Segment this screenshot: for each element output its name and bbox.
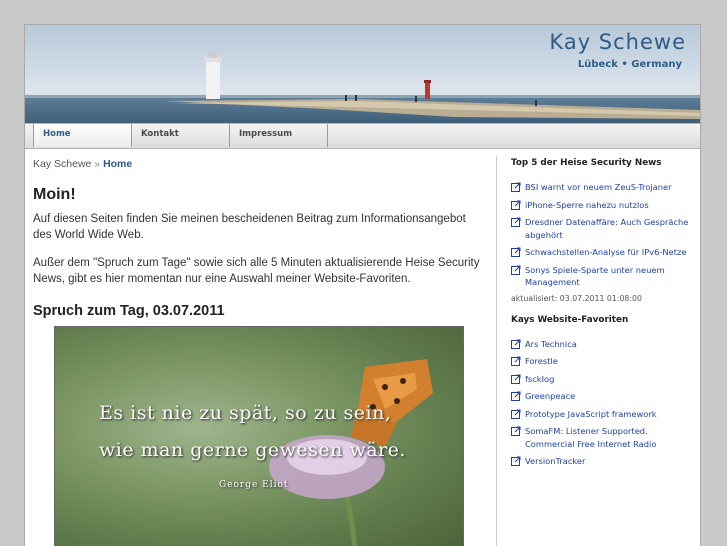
external-link-icon xyxy=(511,356,521,366)
quote-line-1: Es ist nie zu spät, so zu sein, xyxy=(99,402,392,424)
page-container: Kay Schewe Lübeck • Germany Home Kontakt… xyxy=(24,24,701,546)
column-divider xyxy=(496,156,497,546)
breadcrumb-separator: » xyxy=(94,158,101,170)
list-item: Prototype JavaScript framework xyxy=(511,408,694,421)
list-item: Ars Technica xyxy=(511,338,694,351)
favorites-heading: Kays Website-Favoriten xyxy=(511,314,629,325)
breadcrumb-root-link[interactable]: Kay Schewe xyxy=(33,158,91,170)
external-link-icon xyxy=(511,391,521,401)
list-item: Greenpeace xyxy=(511,390,694,403)
external-link-icon xyxy=(511,409,521,419)
favorite-link[interactable]: Greenpeace xyxy=(525,391,575,401)
list-item: fsckIog xyxy=(511,373,694,386)
intro-paragraph: Auf diesen Seiten finden Sie meinen besc… xyxy=(33,213,466,241)
favorite-link[interactable]: fsckIog xyxy=(525,374,554,384)
favorite-link[interactable]: Forestle xyxy=(525,356,558,366)
list-item: Dresdner Datenaffäre: Auch Gespräche abg… xyxy=(511,216,694,241)
main-nav: Home Kontakt Impressum xyxy=(25,123,700,149)
news-updated-timestamp: aktualisiert: 03.07.2011 01:08:00 xyxy=(511,293,642,303)
list-item: iPhone-Sperre nahezu nutzlos xyxy=(511,199,694,212)
site-title: Kay Schewe xyxy=(549,30,686,54)
favorites-list: Ars Technica Forestle fsckIog Greenpeace… xyxy=(511,338,694,468)
favorite-link[interactable]: Prototype JavaScript framework xyxy=(525,409,657,419)
quote-heading: Spruch zum Tag, 03.07.2011 xyxy=(33,303,225,319)
external-link-icon xyxy=(511,426,521,436)
external-link-icon xyxy=(511,200,521,210)
list-item: VersionTracker xyxy=(511,455,694,468)
external-link-icon xyxy=(511,182,521,192)
external-link-icon xyxy=(511,247,521,257)
breadcrumb: Kay Schewe » Home xyxy=(33,158,483,170)
tab-kontakt[interactable]: Kontakt xyxy=(131,124,230,147)
butterfly-flower-illustration xyxy=(269,359,433,546)
security-news-list: BSI warnt vor neuem ZeuS-Trojaner iPhone… xyxy=(511,181,694,289)
header-banner: Kay Schewe Lübeck • Germany xyxy=(25,25,700,123)
list-item: Forestle xyxy=(511,355,694,368)
quote-image: Es ist nie zu spät, so zu sein, wie man … xyxy=(54,326,464,546)
tab-home[interactable]: Home xyxy=(33,124,132,147)
favorite-link[interactable]: VersionTracker xyxy=(525,456,585,466)
news-link[interactable]: Sonys Spiele-Sparte unter neuem Manageme… xyxy=(525,265,665,288)
favorite-link[interactable]: Ars Technica xyxy=(525,339,577,349)
list-item: Sonys Spiele-Sparte unter neuem Manageme… xyxy=(511,264,694,289)
external-link-icon xyxy=(511,217,521,227)
list-item: SomaFM: Listener Supported. Commercial F… xyxy=(511,425,694,450)
info-paragraph: Außer dem "Spruch zum Tage" sowie sich a… xyxy=(33,257,480,285)
sidebar: Top 5 der Heise Security News BSI warnt … xyxy=(511,158,694,473)
external-link-icon xyxy=(511,339,521,349)
external-link-icon xyxy=(511,374,521,384)
news-link[interactable]: Schwachstellen-Analyse für IPv6-Netze xyxy=(525,247,686,257)
tab-impressum[interactable]: Impressum xyxy=(229,124,328,147)
main-content: Kay Schewe » Home Moin! Auf diesen Seite… xyxy=(33,158,483,546)
news-link[interactable]: BSI warnt vor neuem ZeuS-Trojaner xyxy=(525,182,672,192)
quote-line-2: wie man gerne gewesen wäre. xyxy=(99,439,406,461)
favorite-link[interactable]: SomaFM: Listener Supported. Commercial F… xyxy=(525,426,656,449)
news-link[interactable]: Dresdner Datenaffäre: Auch Gespräche abg… xyxy=(525,217,688,240)
security-news-heading: Top 5 der Heise Security News xyxy=(511,158,662,168)
breadcrumb-current: Home xyxy=(103,158,133,170)
list-item: BSI warnt vor neuem ZeuS-Trojaner xyxy=(511,181,694,194)
external-link-icon xyxy=(511,456,521,466)
external-link-icon xyxy=(511,265,521,275)
quote-author: George Eliot xyxy=(219,480,289,490)
list-item: Schwachstellen-Analyse für IPv6-Netze xyxy=(511,246,694,259)
page-title: Moin! xyxy=(33,186,76,203)
news-link[interactable]: iPhone-Sperre nahezu nutzlos xyxy=(525,200,649,210)
site-subtitle: Lübeck • Germany xyxy=(577,59,682,70)
